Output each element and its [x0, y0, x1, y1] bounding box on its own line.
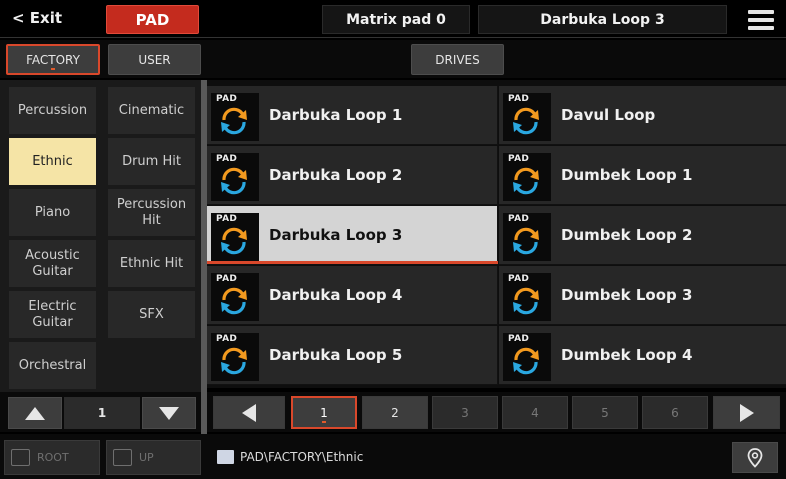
- root-button[interactable]: ROOT: [4, 440, 100, 475]
- pad-loop-icon: PAD: [503, 273, 551, 321]
- page-button-5[interactable]: 5: [572, 396, 638, 429]
- pad-tag: PAD: [508, 214, 530, 224]
- up-button[interactable]: UP: [106, 440, 201, 475]
- page-button-3[interactable]: 3: [432, 396, 498, 429]
- category-cinematic[interactable]: Cinematic: [107, 86, 196, 135]
- pad-item-darbuka-loop-4[interactable]: PAD Darbuka Loop 4: [207, 266, 498, 325]
- page-button-2[interactable]: 2: [362, 396, 428, 429]
- pad-item-darbuka-loop-5[interactable]: PAD Darbuka Loop 5: [207, 326, 498, 385]
- pad-name: Darbuka Loop 1: [269, 106, 403, 124]
- page-button-6[interactable]: 6: [642, 396, 708, 429]
- folder-icon: [217, 450, 234, 464]
- page-button-4[interactable]: 4: [502, 396, 568, 429]
- category-drum-hit[interactable]: Drum Hit: [107, 137, 196, 186]
- pad-loop-icon: PAD: [211, 333, 259, 381]
- pad-tag: PAD: [508, 334, 530, 344]
- category-piano[interactable]: Piano: [8, 188, 97, 237]
- matrix-pad-field[interactable]: Matrix pad 0: [322, 5, 470, 34]
- pad-name: Darbuka Loop 4: [269, 286, 403, 304]
- path-text: PAD\FACTORY\Ethnic: [240, 450, 364, 464]
- pad-name: Dumbek Loop 1: [561, 166, 693, 184]
- pad-tag: PAD: [508, 94, 530, 104]
- pad-item-darbuka-loop-2[interactable]: PAD Darbuka Loop 2: [207, 146, 498, 205]
- pad-tag: PAD: [508, 274, 530, 284]
- list-menu-icon[interactable]: [748, 9, 774, 31]
- category-orchestral[interactable]: Orchestral: [8, 341, 97, 390]
- pad-loop-icon: PAD: [503, 213, 551, 261]
- page-next-button[interactable]: [713, 396, 780, 429]
- mode-pad-button[interactable]: PAD: [106, 5, 199, 34]
- category-page-number: 1: [64, 397, 140, 429]
- pad-name: Darbuka Loop 3: [269, 226, 403, 244]
- category-percussion[interactable]: Percussion: [8, 86, 97, 135]
- category-percussion-hit[interactable]: Percussion Hit: [107, 188, 196, 237]
- pad-loop-icon: PAD: [211, 273, 259, 321]
- up-label: UP: [139, 451, 154, 464]
- pad-item-dumbek-loop-2[interactable]: PAD Dumbek Loop 2: [499, 206, 786, 265]
- pad-tag: PAD: [216, 274, 238, 284]
- pad-loop-icon: PAD: [211, 153, 259, 201]
- tab-user[interactable]: USER: [108, 44, 201, 75]
- pad-tag: PAD: [508, 154, 530, 164]
- root-label: ROOT: [37, 451, 69, 464]
- triangle-down-icon: [159, 406, 179, 420]
- scroll-up-button[interactable]: [8, 397, 62, 429]
- triangle-up-icon: [25, 406, 45, 420]
- pad-name: Davul Loop: [561, 106, 656, 124]
- pad-loop-icon: PAD: [503, 153, 551, 201]
- category-empty-slot: [107, 341, 196, 390]
- tab-drives[interactable]: DRIVES: [411, 44, 504, 75]
- pad-tag: PAD: [216, 154, 238, 164]
- selection-bar: [207, 261, 498, 264]
- pad-item-darbuka-loop-3[interactable]: PAD Darbuka Loop 3: [207, 206, 498, 265]
- arrow-right-icon: [739, 403, 754, 422]
- scroll-down-button[interactable]: [142, 397, 196, 429]
- category-sfx[interactable]: SFX: [107, 290, 196, 339]
- page-prev-button[interactable]: [213, 396, 285, 429]
- category-electric-guitar[interactable]: Electric Guitar: [8, 290, 97, 339]
- pad-item-davul-loop[interactable]: PAD Davul Loop: [499, 86, 786, 145]
- arrow-left-icon: [242, 403, 256, 422]
- page-button-1[interactable]: 1: [291, 396, 357, 429]
- pad-tag: PAD: [216, 334, 238, 344]
- pad-item-dumbek-loop-1[interactable]: PAD Dumbek Loop 1: [499, 146, 786, 205]
- pad-item-darbuka-loop-1[interactable]: PAD Darbuka Loop 1: [207, 86, 498, 145]
- pad-item-dumbek-loop-3[interactable]: PAD Dumbek Loop 3: [499, 266, 786, 325]
- pad-name: Dumbek Loop 2: [561, 226, 693, 244]
- pad-item-dumbek-loop-4[interactable]: PAD Dumbek Loop 4: [499, 326, 786, 385]
- pad-loop-icon: PAD: [211, 93, 259, 141]
- pad-name: Dumbek Loop 3: [561, 286, 693, 304]
- pad-tag: PAD: [216, 94, 238, 104]
- folder-up-icon: [113, 449, 132, 466]
- tab-factory[interactable]: FACTORY: [6, 44, 100, 75]
- pad-name: Darbuka Loop 5: [269, 346, 403, 364]
- pad-name: Dumbek Loop 4: [561, 346, 693, 364]
- location-pin-icon: [747, 447, 763, 468]
- pad-name: Darbuka Loop 2: [269, 166, 403, 184]
- category-ethnic-hit[interactable]: Ethnic Hit: [107, 239, 196, 288]
- pad-tag: PAD: [216, 214, 238, 224]
- current-sound-field[interactable]: Darbuka Loop 3: [478, 5, 727, 34]
- pad-loop-icon: PAD: [503, 93, 551, 141]
- category-ethnic[interactable]: Ethnic: [8, 137, 97, 186]
- home-icon: [11, 449, 30, 466]
- path-bar: PAD\FACTORY\Ethnic: [207, 440, 727, 475]
- pad-loop-icon: PAD: [211, 213, 259, 261]
- location-pin-button[interactable]: [732, 442, 778, 473]
- category-acoustic-guitar[interactable]: Acoustic Guitar: [8, 239, 97, 288]
- pad-loop-icon: PAD: [503, 333, 551, 381]
- exit-button[interactable]: < Exit: [12, 9, 62, 27]
